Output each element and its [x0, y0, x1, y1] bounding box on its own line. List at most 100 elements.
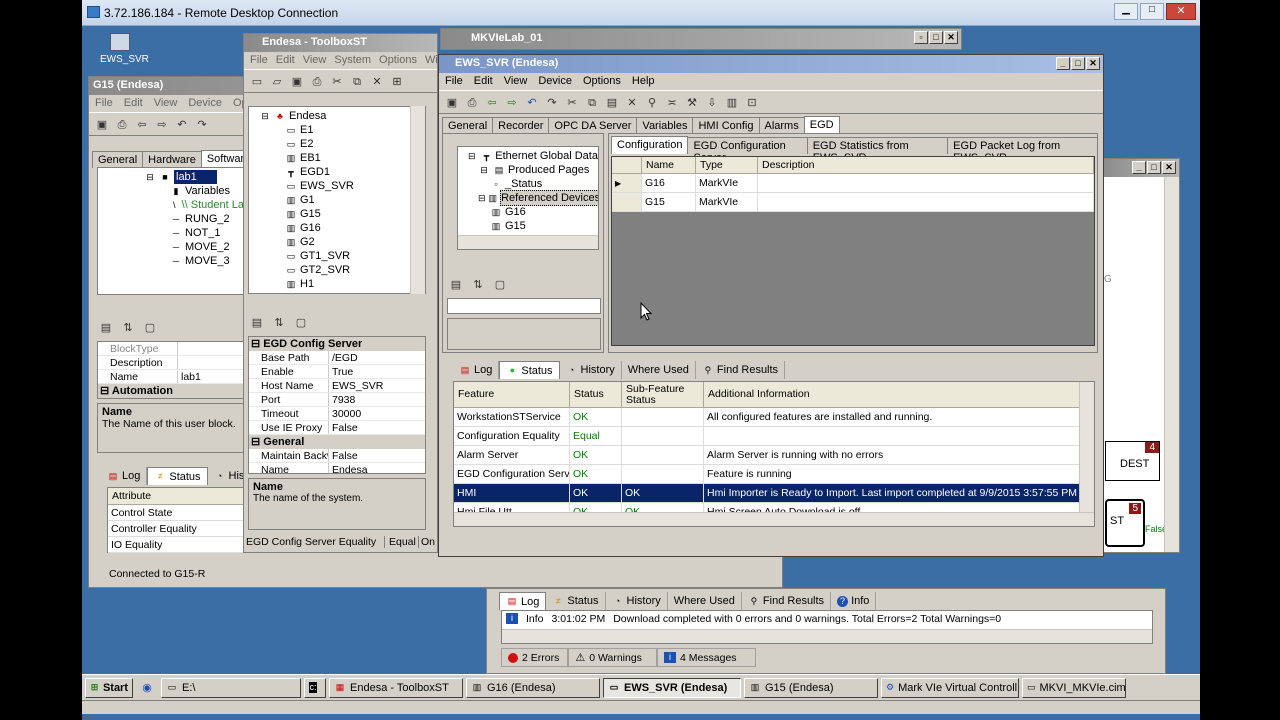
property-pages-icon[interactable]: ▢	[292, 314, 310, 331]
logic-block[interactable]: 5 ST	[1105, 499, 1145, 547]
column-header-feature[interactable]: Feature	[454, 382, 570, 408]
prop-category-egd[interactable]: ⊟ EGD Config Server	[249, 337, 425, 351]
copy-icon[interactable]: ⧉	[583, 94, 601, 111]
menu-edit[interactable]: Edit	[276, 54, 295, 67]
tree-scrollbar[interactable]	[410, 106, 425, 294]
property-row[interactable]: Name Endesa	[249, 463, 425, 473]
prop-value[interactable]: EWS_SVR	[329, 379, 383, 392]
delete-icon[interactable]: ✕	[623, 94, 641, 111]
menu-edit[interactable]: Edit	[474, 75, 493, 88]
tab-where-used[interactable]: Where Used	[622, 361, 696, 379]
close-button[interactable]: ✕	[944, 31, 958, 44]
tab-general[interactable]: General	[92, 151, 144, 168]
table-row[interactable]: ▶ G16 MarkVIe	[612, 174, 1094, 193]
tab-alarms[interactable]: Alarms	[758, 117, 805, 134]
delete-icon[interactable]: ✕	[368, 73, 386, 90]
tab-status[interactable]: ≠ Status	[147, 467, 208, 485]
tab-egd[interactable]: EGD	[803, 116, 840, 134]
maximize-button[interactable]: □	[1071, 57, 1085, 70]
menu-file[interactable]: File	[250, 54, 268, 67]
ews-properties[interactable]	[447, 298, 601, 314]
warnings-filter[interactable]: ⚠ 0 Warnings	[568, 648, 657, 667]
logic-window[interactable]: _ □ ✕ G 4 DEST 5 ST False	[1100, 158, 1180, 553]
tab-find-results[interactable]: ⚲ Find Results	[742, 592, 832, 610]
egd-device-grid[interactable]: Name Type Description ▶ G16 MarkVIe G15 Mark…	[611, 156, 1095, 346]
property-row[interactable]: Enable True	[249, 365, 425, 379]
prop-value[interactable]: False	[329, 421, 358, 434]
tree-item[interactable]: ▥ H1	[285, 277, 425, 291]
taskbar-item-explorer[interactable]: ▭ E:\	[161, 677, 301, 698]
vertical-scrollbar[interactable]	[1164, 177, 1179, 552]
horizontal-scrollbar[interactable]	[458, 235, 598, 249]
toolbox-tree[interactable]: ⊟ ♣ Endesa ▭ E1 ▭ E2 ▥ EB1 ┳ EGD1 ▭ EWS_SVR ▥ G1 ▥ G15 ▥…	[248, 106, 426, 294]
tab-where-used[interactable]: Where Used	[668, 592, 742, 610]
ews-window[interactable]: EWS_SVR (Endesa) _ □ ✕ File Edit View Device O…	[438, 54, 1104, 557]
tree-item[interactable]: ▥ G1	[285, 193, 425, 207]
horizontal-scrollbar[interactable]	[502, 629, 1152, 643]
row-selector[interactable]: ▶	[612, 174, 642, 193]
undo-icon[interactable]: ↶	[523, 94, 541, 111]
download-icon[interactable]: ⇩	[703, 94, 721, 111]
vertical-scrollbar[interactable]	[1079, 382, 1094, 514]
rdp-close-button[interactable]: ✕	[1166, 3, 1196, 20]
property-pages-icon[interactable]: ▢	[141, 319, 159, 336]
cell-type[interactable]: MarkVIe	[696, 174, 758, 193]
restore-button[interactable]: ▫	[914, 31, 928, 44]
close-button[interactable]: ✕	[1086, 57, 1100, 70]
menu-view[interactable]: View	[303, 54, 327, 67]
table-row[interactable]: Configuration Equality Equal	[454, 427, 1094, 446]
tab-find-results[interactable]: ⚲ Find Results	[696, 361, 786, 379]
redo-icon[interactable]: ↷	[543, 94, 561, 111]
report-icon[interactable]: ▥	[723, 94, 741, 111]
new-icon[interactable]: ▭	[248, 73, 266, 90]
save-icon[interactable]: ▣	[93, 116, 111, 133]
rdp-horizontal-scrollbar[interactable]	[82, 700, 1200, 714]
property-pages-icon[interactable]: ▢	[491, 276, 509, 293]
tree-item[interactable]: ─ MOVE_3	[144, 254, 244, 268]
print-icon[interactable]: ⎙	[113, 116, 131, 133]
taskbar-item-cim[interactable]: ▭ MKVI_MKVIe.cim	[1022, 677, 1126, 698]
log-list[interactable]: i Info 3:01:02 PM Download completed wit…	[501, 610, 1153, 644]
print-icon[interactable]: ⎙	[463, 94, 481, 111]
table-row[interactable]: G15 MarkVIe	[612, 193, 1094, 212]
forward-icon[interactable]: ⇨	[503, 94, 521, 111]
tab-info[interactable]: ? Info	[831, 592, 877, 610]
prop-value[interactable]: 30000	[329, 407, 361, 420]
maximize-button[interactable]: □	[929, 31, 943, 44]
prop-value[interactable]	[178, 356, 181, 369]
categorized-icon[interactable]: ▤	[97, 319, 115, 336]
property-row[interactable]: Use IE Proxy False	[249, 421, 425, 435]
log-window[interactable]: ▤ Log ≠ Status ◔ History Where Used ⚲ Find R…	[486, 588, 1166, 674]
grid-icon[interactable]: ⊞	[388, 73, 406, 90]
prop-value[interactable]: 7938	[329, 393, 355, 406]
tree-item[interactable]: ⊟ ┳ Ethernet Global Data	[458, 149, 598, 163]
cut-icon[interactable]: ✂	[563, 94, 581, 111]
column-header-info[interactable]: Additional Information	[704, 382, 1080, 408]
menu-options[interactable]: Options	[583, 75, 621, 88]
cell-description[interactable]	[758, 193, 1094, 212]
dest-block[interactable]: 4 DEST	[1105, 441, 1160, 481]
menu-file[interactable]: File	[95, 97, 113, 110]
tree-item[interactable]: ▫ _Status	[458, 177, 598, 191]
sort-az-icon[interactable]: ⇅	[119, 319, 137, 336]
build-icon[interactable]: ⚒	[683, 94, 701, 111]
tree-item[interactable]: ▮ Variables	[144, 184, 244, 198]
tree-item[interactable]: ▥ G2	[285, 235, 425, 249]
column-header-description[interactable]: Description	[758, 157, 1094, 174]
table-row[interactable]: WorkstationSTService OK All configured fea…	[454, 408, 1094, 427]
property-row[interactable]: Host Name EWS_SVR	[249, 379, 425, 393]
table-row[interactable]: Alarm Server OK Alarm Server is running wi…	[454, 446, 1094, 465]
forward-icon[interactable]: ⇨	[153, 116, 171, 133]
tab-opc-da-server[interactable]: OPC DA Server	[548, 117, 638, 134]
save-icon[interactable]: ▣	[288, 73, 306, 90]
tree-item-root[interactable]: ⊟ ♣ Endesa	[259, 109, 425, 123]
taskbar-item-toolbox[interactable]: ▦ Endesa - ToolboxST	[329, 677, 463, 698]
tab-hmi-config[interactable]: HMI Config	[692, 117, 760, 134]
tree-item[interactable]: \ \\ Student La	[144, 198, 244, 212]
taskbar-item-ews[interactable]: ▭ EWS_SVR (Endesa)	[603, 677, 741, 698]
taskbar-item-g16[interactable]: ▥ G16 (Endesa)	[466, 677, 600, 698]
row-selector[interactable]	[612, 193, 642, 212]
back-icon[interactable]: ⇦	[483, 94, 501, 111]
categorized-icon[interactable]: ▤	[447, 276, 465, 293]
rdp-title-bar[interactable]: 3.72.186.184 - Remote Desktop Connection…	[82, 0, 1200, 26]
